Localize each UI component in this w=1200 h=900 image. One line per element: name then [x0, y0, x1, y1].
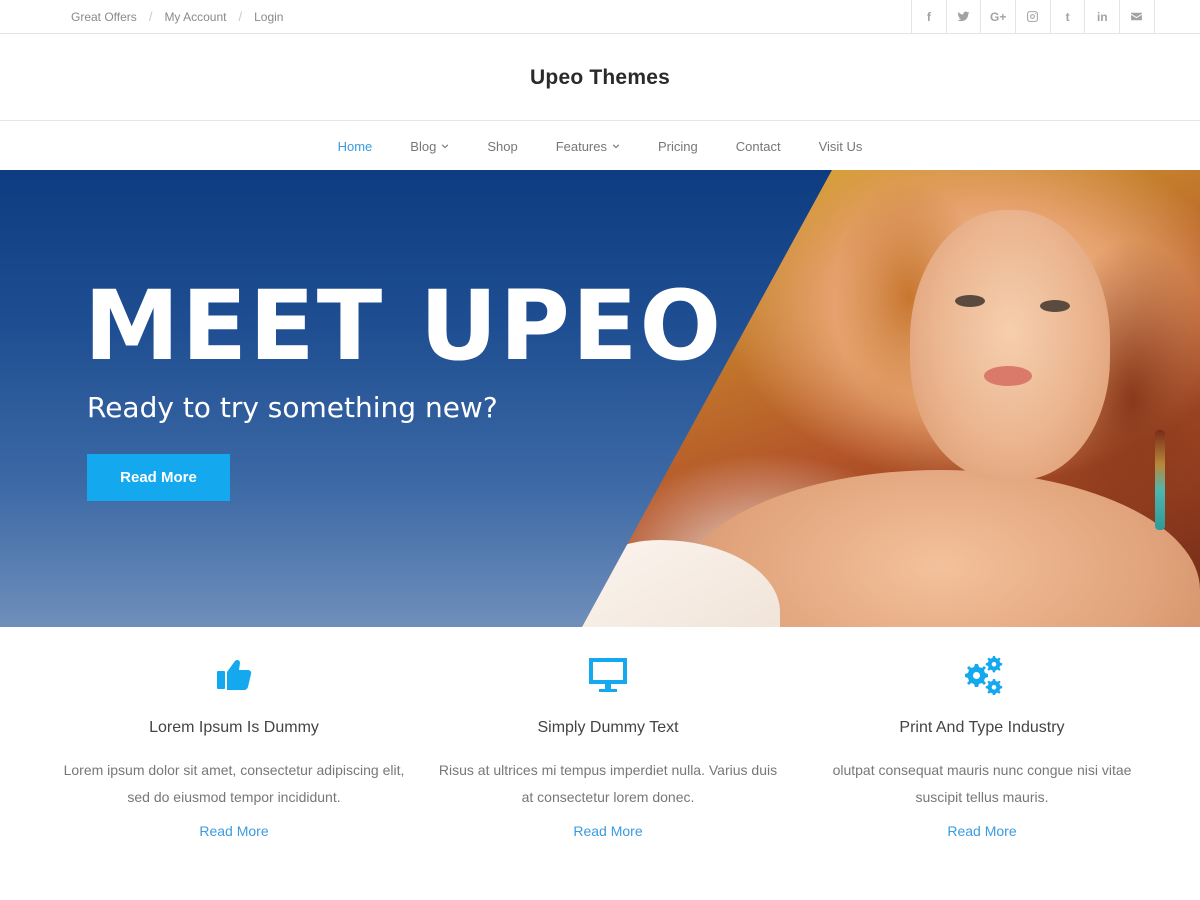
hero-headline: MEET UPEO [84, 270, 724, 382]
envelope-icon[interactable] [1120, 0, 1155, 33]
feature-title: Lorem Ipsum Is Dummy [149, 719, 319, 736]
features-section: Lorem Ipsum Is Dummy Lorem ipsum dolor s… [0, 627, 1200, 900]
feature-title: Print And Type Industry [899, 719, 1065, 736]
gears-icon [961, 655, 1003, 696]
chevron-down-icon [442, 144, 449, 149]
hero-slider: MEET UPEO Ready to try something new? Re… [0, 170, 1200, 627]
feature-description-line: sed do eiusmod tempor incididunt. [127, 789, 341, 805]
feature-description-line: olutpat consequat mauris nunc congue nis… [832, 762, 1132, 778]
login-link[interactable]: Login [254, 10, 283, 24]
top-bar: Great Offers / My Account / Login f G+ t… [0, 0, 1200, 34]
nav-item-contact[interactable]: Contact [736, 139, 781, 154]
nav-label: Features [555, 138, 607, 154]
feature-read-more-link[interactable]: Read More [47, 823, 421, 839]
nav-item-blog[interactable]: Blog [410, 139, 449, 154]
my-account-link[interactable]: My Account [164, 10, 226, 24]
hero-read-more-button[interactable]: Read More [87, 454, 230, 501]
site-title[interactable]: Upeo Themes [530, 66, 670, 90]
social-links: f G+ t in [911, 0, 1155, 33]
nav-label: Visit Us [818, 138, 863, 154]
nav-item-home[interactable]: Home [338, 139, 373, 154]
feature-title: Simply Dummy Text [537, 719, 679, 736]
nav-item-pricing[interactable]: Pricing [658, 139, 698, 154]
nav-label: Shop [487, 138, 518, 154]
feature-description-line: Risus at ultrices mi tempus imperdiet nu… [438, 762, 778, 778]
feature-description: Lorem ipsum dolor sit amet, consectetur … [47, 757, 421, 811]
divider: / [148, 9, 153, 24]
feature-read-more-link[interactable]: Read More [421, 823, 795, 839]
google-plus-icon[interactable]: G+ [981, 0, 1017, 33]
nav-item-shop[interactable]: Shop [487, 139, 517, 154]
nav-item-visit-us[interactable]: Visit Us [819, 139, 863, 154]
nav-label: Pricing [658, 138, 698, 154]
nav-label: Contact [735, 138, 781, 154]
monitor-icon [587, 655, 629, 695]
hero-subheadline: Ready to try something new? [87, 391, 498, 424]
facebook-icon[interactable]: f [912, 0, 947, 33]
instagram-icon[interactable] [1016, 0, 1051, 33]
thumbs-up-icon [213, 655, 255, 695]
hero-image [582, 170, 1200, 627]
feature-description-line: at consectetur lorem donec. [521, 789, 695, 805]
feature-description: olutpat consequat mauris nunc congue nis… [795, 757, 1169, 811]
great-offers-link[interactable]: Great Offers [71, 10, 137, 24]
linkedin-icon[interactable]: in [1085, 0, 1121, 33]
feature-description-line: suscipit tellus mauris. [915, 789, 1049, 805]
twitter-icon[interactable] [947, 0, 982, 33]
main-nav: Home Blog Shop Features Pricing Contact … [0, 122, 1200, 170]
top-links: Great Offers / My Account / Login [71, 0, 283, 33]
nav-item-features[interactable]: Features [556, 139, 620, 154]
site-header: Upeo Themes [0, 34, 1200, 121]
nav-label: Blog [410, 138, 437, 154]
divider: / [238, 9, 243, 24]
nav-label: Home [337, 138, 373, 154]
feature-description-line: Lorem ipsum dolor sit amet, consectetur … [63, 762, 405, 778]
feature-read-more-link[interactable]: Read More [795, 823, 1169, 839]
tumblr-icon[interactable]: t [1051, 0, 1086, 33]
chevron-down-icon [612, 144, 620, 149]
feature-description: Risus at ultrices mi tempus imperdiet nu… [421, 757, 795, 811]
